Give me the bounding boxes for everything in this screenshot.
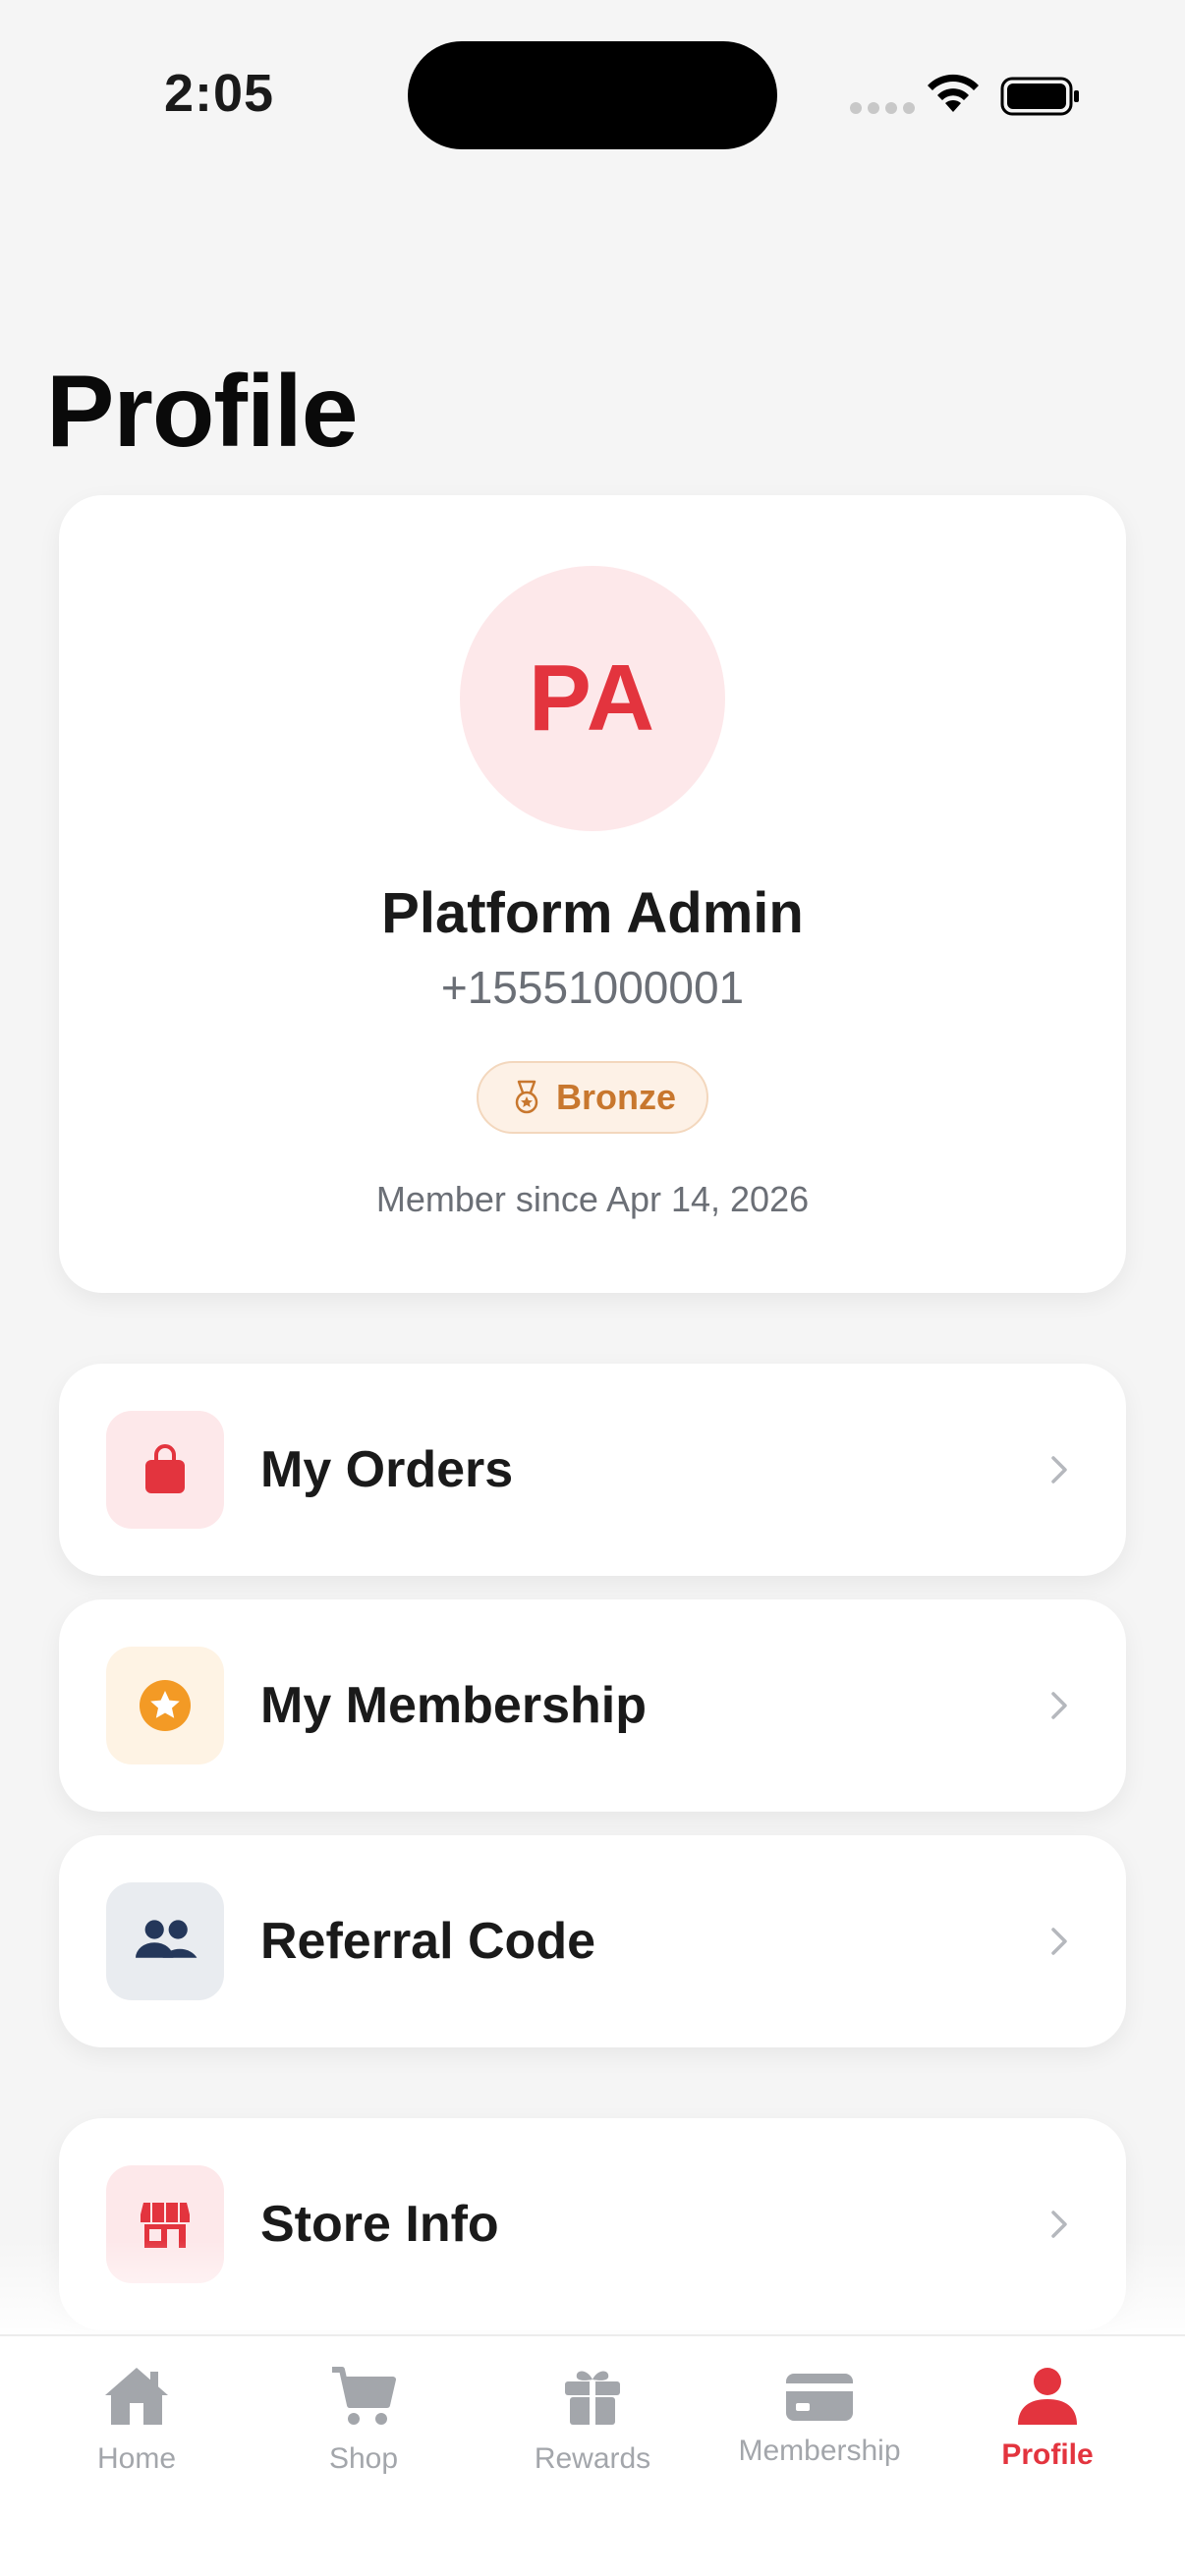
people-icon [106,1882,224,2000]
tab-label-membership: Membership [738,2435,901,2467]
chevron-right-icon [1051,1928,1067,1955]
home-icon [105,2368,168,2425]
shopping-bag-icon [106,1411,224,1529]
status-time: 2:05 [164,64,275,123]
chevron-right-icon [1051,1692,1067,1719]
menu-label-my-orders: My Orders [260,1441,514,1498]
cart-icon [332,2367,396,2425]
scroll-fade [0,2240,1185,2338]
tab-profile[interactable]: Profile [933,2336,1161,2493]
profile-card: PA Platform Admin +15551000001 Bronze Me… [59,495,1126,1293]
chevron-right-icon [1051,2211,1067,2238]
status-bar: 2:05 [0,0,1185,196]
menu-label-my-membership: My Membership [260,1677,647,1734]
gift-icon [565,2371,620,2425]
medal-icon [515,1080,538,1114]
tier-label: Bronze [555,1077,676,1117]
menu-label-referral-code: Referral Code [260,1913,595,1970]
avatar-initials: PA [528,645,657,751]
menu-item-my-orders[interactable]: My Orders [59,1364,1126,1576]
tier-badge: Bronze [477,1061,708,1134]
tab-bar: Home Shop Rewards Membership Profile [0,2334,1185,2576]
tab-label-profile: Profile [1001,2438,1094,2471]
menu-item-my-membership[interactable]: My Membership [59,1599,1126,1812]
avatar[interactable]: PA [460,566,725,831]
star-circle-icon [106,1647,224,1764]
tab-label-shop: Shop [328,2442,399,2475]
tab-membership[interactable]: Membership [705,2336,933,2493]
dynamic-island [408,41,777,149]
tab-shop[interactable]: Shop [250,2336,478,2493]
card-icon [786,2374,853,2421]
member-since: Member since Apr 14, 2026 [375,1179,810,1219]
tab-label-rewards: Rewards [534,2442,651,2475]
user-name: Platform Admin [381,881,804,945]
cellular-signal-icon [850,102,915,114]
wifi-icon [928,74,979,112]
person-icon [1018,2368,1077,2425]
menu-item-referral-code[interactable]: Referral Code [59,1835,1126,2047]
tab-home[interactable]: Home [23,2336,251,2493]
battery-icon [1000,77,1079,116]
tab-rewards[interactable]: Rewards [479,2336,706,2493]
page-title: Profile [46,355,359,469]
tab-label-home: Home [96,2442,177,2475]
chevron-right-icon [1051,1456,1067,1484]
user-phone: +15551000001 [440,962,745,1013]
